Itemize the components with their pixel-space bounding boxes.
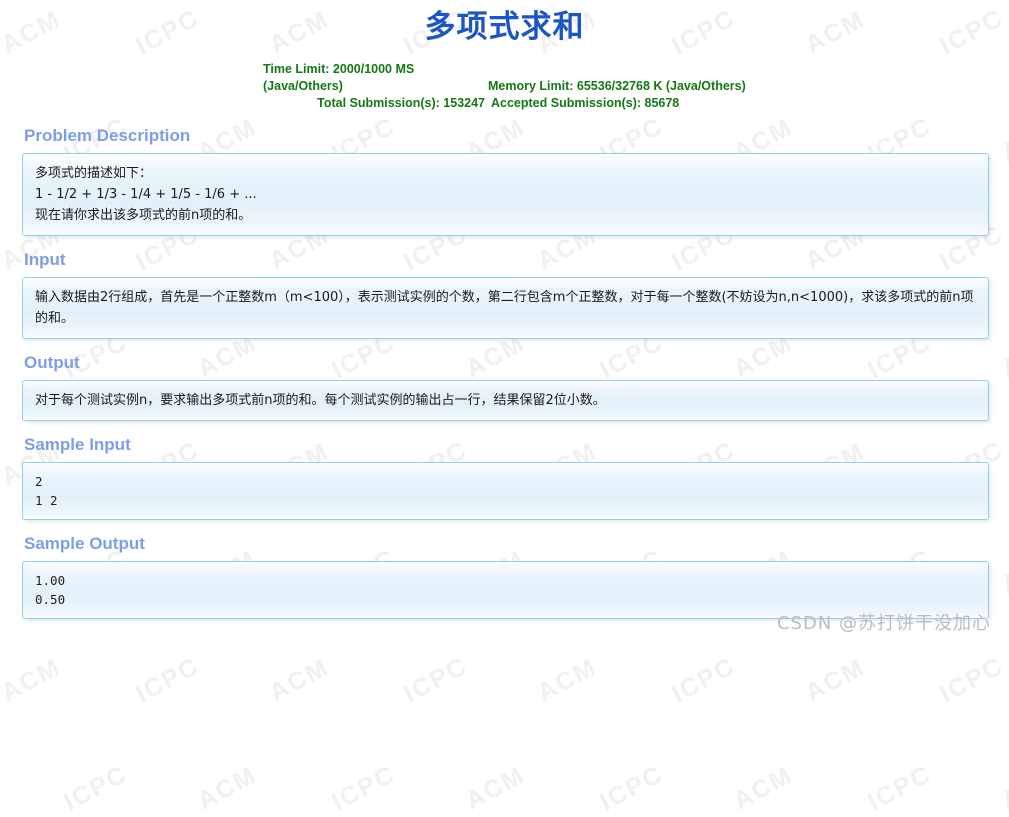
background-watermark-token: ICPC	[399, 651, 473, 709]
background-watermark-token: ACM	[996, 760, 1009, 816]
background-watermark-token: ACM	[532, 652, 602, 708]
time-limit-text: Time Limit: 2000/1000 MS (Java/Others)	[263, 62, 415, 93]
background-watermark-token: ICPC	[327, 759, 401, 817]
description-line-1: 多项式的描述如下：	[35, 166, 153, 181]
memory-limit-text: Memory Limit: 65536/32768 K (Java/Others…	[488, 79, 746, 93]
panel-sample-input: 2 1 2	[22, 462, 989, 520]
background-watermark-token: ACM	[192, 760, 262, 816]
sample-output-text: 1.00 0.50	[35, 573, 66, 607]
background-watermark-token: ACM	[800, 652, 870, 708]
stats-row-submissions: Total Submission(s): 153247 Accepted Subm…	[0, 95, 1009, 112]
page-title: 多项式求和	[424, 9, 585, 44]
output-body-text: 对于每个测试实例n，要求输出多项式前n项的和。每个测试实例的输出占一行，结果保留…	[35, 393, 606, 408]
background-watermark-token: ACM	[728, 760, 798, 816]
section-sample-output: Sample Output 1.00 0.50	[0, 520, 1009, 619]
panel-output: 对于每个测试实例n，要求输出多项式前n项的和。每个测试实例的输出占一行，结果保留…	[22, 380, 989, 421]
heading-sample-input: Sample Input	[24, 435, 131, 454]
background-watermark-token: ACM	[264, 652, 334, 708]
panel-input: 输入数据由2行组成，首先是一个正整数m（m<100），表示测试实例的个数，第二行…	[22, 277, 989, 339]
input-body-text: 输入数据由2行组成，首先是一个正整数m（m<100），表示测试实例的个数，第二行…	[35, 290, 974, 326]
section-input: Input 输入数据由2行组成，首先是一个正整数m（m<100），表示测试实例的…	[0, 236, 1009, 339]
accepted-submissions-text: Accepted Submission(s): 85678	[491, 96, 680, 110]
sample-input-text: 2 1 2	[35, 474, 58, 508]
description-line-2: 1 - 1/2 + 1/3 - 1/4 + 1/5 - 1/6 + ...	[35, 187, 257, 202]
background-watermark-token: ACM	[460, 760, 530, 816]
stats-row-limits: Time Limit: 2000/1000 MS (Java/Others) Me…	[0, 61, 1009, 95]
heading-output: Output	[24, 353, 80, 372]
problem-page: 多项式求和 Time Limit: 2000/1000 MS (Java/Oth…	[0, 0, 1009, 645]
background-watermark-token: ACM	[0, 652, 66, 708]
background-watermark-token: ICPC	[595, 759, 669, 817]
background-watermark-token: ICPC	[59, 759, 133, 817]
panel-problem-description: 多项式的描述如下： 1 - 1/2 + 1/3 - 1/4 + 1/5 - 1/…	[22, 153, 989, 236]
heading-sample-output: Sample Output	[24, 534, 145, 553]
heading-problem-description: Problem Description	[24, 126, 191, 145]
csdn-watermark: CSDN @苏打饼干没加心	[776, 613, 991, 634]
background-watermark-token: ICPC	[667, 651, 741, 709]
background-watermark-token: ICPC	[131, 651, 205, 709]
background-watermark-token: ICPC	[935, 651, 1009, 709]
section-sample-input: Sample Input 2 1 2	[0, 421, 1009, 520]
problem-stats: Time Limit: 2000/1000 MS (Java/Others) Me…	[0, 61, 1009, 112]
heading-input: Input	[24, 250, 66, 269]
description-line-3: 现在请你求出该多项式的前n项的和。	[35, 208, 252, 223]
section-output: Output 对于每个测试实例n，要求输出多项式前n项的和。每个测试实例的输出占…	[0, 339, 1009, 421]
background-watermark-token: ICPC	[863, 759, 937, 817]
total-submissions-text: Total Submission(s): 153247	[317, 96, 485, 110]
section-problem-description: Problem Description 多项式的描述如下： 1 - 1/2 + …	[0, 112, 1009, 236]
